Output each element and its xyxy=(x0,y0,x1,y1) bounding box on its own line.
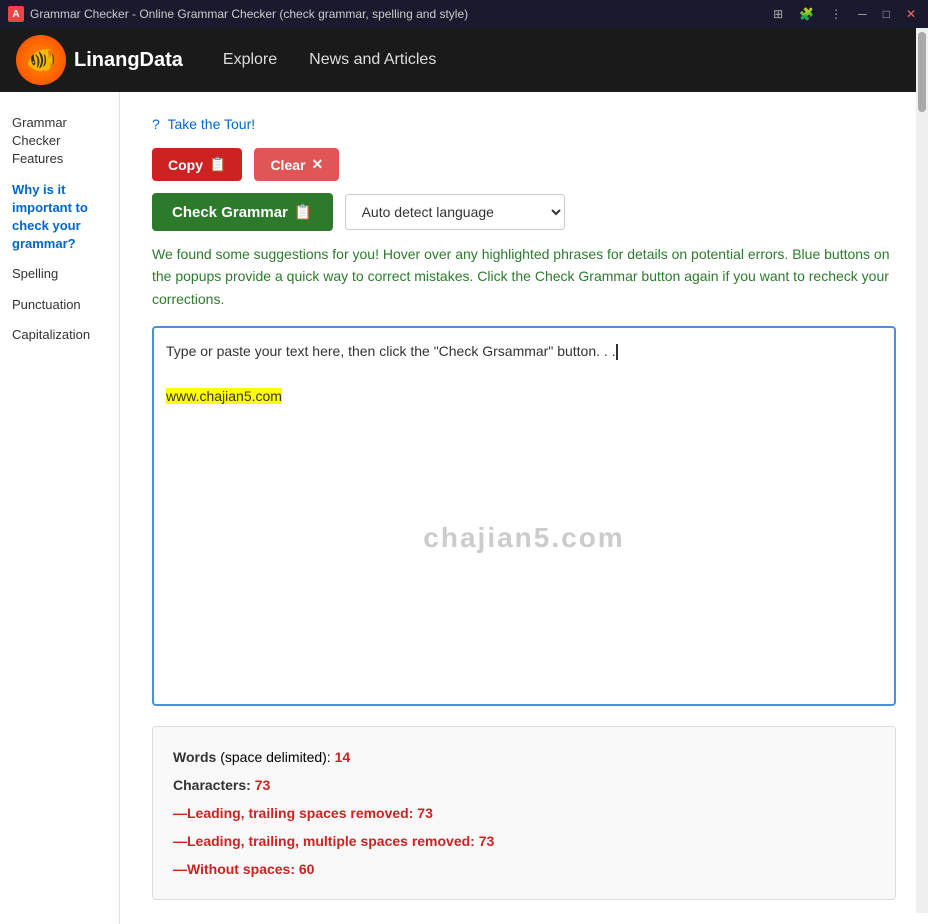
clear-label: Clear xyxy=(270,157,305,173)
words-sublabel: (space delimited): xyxy=(220,749,331,765)
question-icon: ? xyxy=(152,116,160,132)
sidebar-item-capitalization[interactable]: Capitalization xyxy=(8,320,111,350)
sidebar-item-spelling[interactable]: Spelling xyxy=(8,259,111,289)
stats-chars-row: Characters: 73 xyxy=(173,771,875,799)
stats-without-spaces-row: —Without spaces: 60 xyxy=(173,855,875,883)
text-area-wrapper[interactable]: Type or paste your text here, then click… xyxy=(152,326,896,706)
copy-label: Copy xyxy=(168,157,203,173)
title-bar-controls: ⊞ 🧩 ⋮ ─ □ ✕ xyxy=(769,5,920,23)
tour-link[interactable]: ? Take the Tour! xyxy=(152,116,896,132)
copy-icon: 📋 xyxy=(209,156,226,173)
leading-trailing-multiple-label: —Leading, trailing, multiple spaces remo… xyxy=(173,833,475,849)
content-area: ? Take the Tour! Copy 📋 Clear ✕ Check Gr… xyxy=(120,92,928,924)
stats-leading-trailing-row: —Leading, trailing spaces removed: 73 xyxy=(173,799,875,827)
sidebar: Grammar Checker Features Why is it impor… xyxy=(0,92,120,924)
clear-icon: ✕ xyxy=(311,156,323,173)
title-bar: A Grammar Checker - Online Grammar Check… xyxy=(0,0,928,28)
navbar-logo: 🐠 xyxy=(16,35,66,85)
navbar-news[interactable]: News and Articles xyxy=(309,51,436,69)
chars-label: Characters: xyxy=(173,777,251,793)
page-scrollbar[interactable] xyxy=(916,28,928,913)
minimize-icon[interactable]: ─ xyxy=(854,5,871,23)
leading-trailing-value: 73 xyxy=(417,805,433,821)
sidebar-item-why-check-grammar[interactable]: Why is it important to check your gramma… xyxy=(8,175,111,260)
maximize-icon[interactable]: □ xyxy=(879,5,894,23)
without-spaces-label: —Without spaces: xyxy=(173,861,295,877)
text-cursor xyxy=(616,344,618,360)
navbar: 🐠 LinangData Explore News and Articles xyxy=(0,28,928,92)
copy-clear-row: Copy 📋 Clear ✕ xyxy=(152,148,896,181)
clear-button[interactable]: Clear ✕ xyxy=(254,148,339,181)
navbar-brand[interactable]: LinangData xyxy=(74,49,183,72)
scrollbar-thumb xyxy=(918,32,926,112)
copy-button[interactable]: Copy 📋 xyxy=(152,148,242,181)
navbar-links: Explore News and Articles xyxy=(223,51,436,69)
check-grammar-button[interactable]: Check Grammar 📋 xyxy=(152,193,333,231)
text-area-content[interactable]: Type or paste your text here, then click… xyxy=(166,340,882,407)
suggestion-text: We found some suggestions for you! Hover… xyxy=(152,243,896,310)
leading-trailing-label: —Leading, trailing spaces removed: xyxy=(173,805,413,821)
text-area-outer: Type or paste your text here, then click… xyxy=(152,326,896,726)
navbar-explore[interactable]: Explore xyxy=(223,51,277,69)
stats-words-row: Words (space delimited): 14 xyxy=(173,743,875,771)
tour-link-label: Take the Tour! xyxy=(167,116,255,132)
chars-value: 73 xyxy=(255,777,271,793)
check-icon: 📋 xyxy=(294,203,313,221)
stats-leading-trailing-multiple-row: —Leading, trailing, multiple spaces remo… xyxy=(173,827,875,855)
translate-icon[interactable]: ⊞ xyxy=(769,5,787,23)
stats-box: Words (space delimited): 14 Characters: … xyxy=(152,726,896,900)
watermark: chajian5.com xyxy=(423,522,624,554)
puzzle-icon[interactable]: 🧩 xyxy=(795,5,818,23)
menu-icon[interactable]: ⋮ xyxy=(826,5,846,23)
main-layout: Grammar Checker Features Why is it impor… xyxy=(0,92,928,924)
sidebar-item-punctuation[interactable]: Punctuation xyxy=(8,290,111,320)
without-spaces-value: 60 xyxy=(299,861,315,877)
check-label: Check Grammar xyxy=(172,204,288,221)
words-value: 14 xyxy=(335,749,351,765)
app-icon: A xyxy=(8,6,24,22)
textarea-placeholder: Type or paste your text here, then click… xyxy=(166,343,616,359)
check-grammar-row: Check Grammar 📋 Auto detect language Eng… xyxy=(152,193,896,231)
leading-trailing-multiple-value: 73 xyxy=(479,833,495,849)
title-bar-text: Grammar Checker - Online Grammar Checker… xyxy=(30,7,763,21)
sidebar-item-grammar-checker-features[interactable]: Grammar Checker Features xyxy=(8,108,111,175)
language-select[interactable]: Auto detect language English Spanish Fre… xyxy=(345,194,565,230)
words-label: Words xyxy=(173,749,216,765)
highlighted-url: www.chajian5.com xyxy=(166,388,282,404)
close-icon[interactable]: ✕ xyxy=(902,5,920,23)
